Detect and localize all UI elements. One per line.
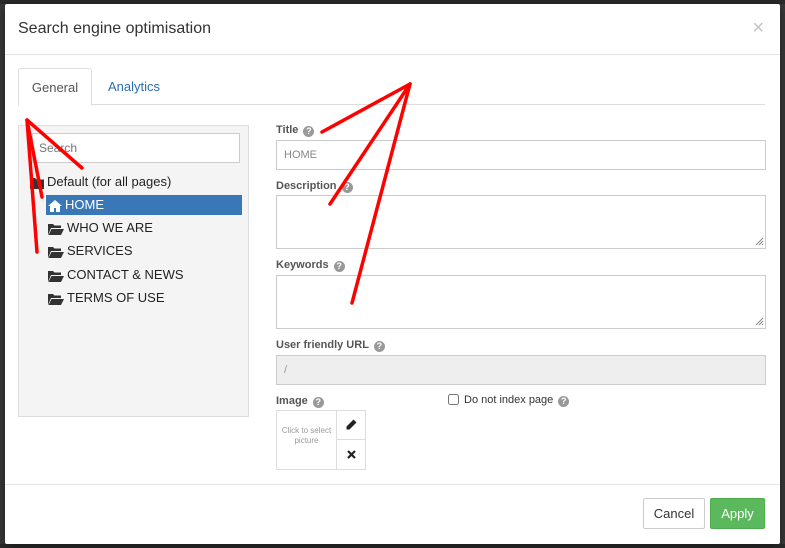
resize-grip-icon[interactable] <box>754 316 764 326</box>
seo-dialog: Search engine optimisation × General Ana… <box>5 4 780 544</box>
cancel-button[interactable]: Cancel <box>643 498 705 529</box>
title-label: Title? <box>276 124 315 137</box>
resize-grip-icon[interactable] <box>754 236 764 246</box>
tree-root-default[interactable]: Default (for all pages) <box>30 172 171 192</box>
folder-icon <box>30 177 44 189</box>
folder-open-icon <box>48 246 64 258</box>
keywords-textarea[interactable] <box>276 275 766 329</box>
keywords-label: Keywords? <box>276 259 345 272</box>
close-icon <box>347 450 356 459</box>
home-icon <box>48 199 62 212</box>
dialog-title: Search engine optimisation <box>18 20 212 37</box>
tree-item-terms-of-use[interactable]: TERMS OF USE <box>46 288 242 308</box>
tab-analytics[interactable]: Analytics <box>94 68 174 105</box>
keywords-label-text: Keywords <box>276 259 329 271</box>
pencil-icon <box>346 419 357 430</box>
tree-item-label: CONTACT & NEWS <box>67 267 184 282</box>
image-picker: Click to select picture <box>276 410 366 470</box>
noindex-option[interactable]: Do not index page? <box>448 394 570 407</box>
url-input <box>276 355 766 385</box>
dialog-header: Search engine optimisation × <box>5 4 780 55</box>
close-icon[interactable]: × <box>752 18 764 38</box>
title-input[interactable] <box>276 140 766 170</box>
page-tree-panel: Default (for all pages) HOME WHO WE ARE … <box>18 125 249 417</box>
tree-search-input[interactable] <box>32 133 240 163</box>
help-icon[interactable]: ? <box>558 396 570 407</box>
url-label-text: User friendly URL <box>276 339 369 351</box>
folder-open-icon <box>48 223 64 235</box>
description-label: Description? <box>276 180 353 193</box>
image-label: Image? <box>276 395 324 408</box>
tab-bar: General Analytics <box>18 68 765 106</box>
description-textarea[interactable] <box>276 195 766 249</box>
folder-open-icon <box>48 293 64 305</box>
dialog-footer-divider <box>5 484 780 485</box>
tab-general[interactable]: General <box>18 68 92 106</box>
tree-item-label: HOME <box>65 197 104 212</box>
tree-item-home[interactable]: HOME <box>46 195 242 215</box>
remove-image-button[interactable] <box>336 440 366 469</box>
image-label-text: Image <box>276 395 308 407</box>
help-icon[interactable]: ? <box>312 397 324 408</box>
help-icon[interactable]: ? <box>333 261 345 272</box>
help-icon[interactable]: ? <box>341 182 353 193</box>
tree-item-label: TERMS OF USE <box>67 290 165 305</box>
select-picture-area[interactable]: Click to select picture <box>277 411 336 469</box>
edit-image-button[interactable] <box>336 411 366 440</box>
tree-item-label: WHO WE ARE <box>67 220 153 235</box>
noindex-checkbox[interactable] <box>448 394 459 405</box>
url-label: User friendly URL? <box>276 339 385 352</box>
folder-open-icon <box>48 270 64 282</box>
tree-item-contact-news[interactable]: CONTACT & NEWS <box>46 265 242 285</box>
help-icon[interactable]: ? <box>373 341 385 352</box>
tree-item-services[interactable]: SERVICES <box>46 241 242 261</box>
tree-item-who-we-are[interactable]: WHO WE ARE <box>46 218 242 238</box>
description-label-text: Description <box>276 180 337 192</box>
title-label-text: Title <box>276 124 299 136</box>
tree-item-label: SERVICES <box>67 243 133 258</box>
apply-button[interactable]: Apply <box>710 498 765 529</box>
background-bottom <box>0 544 785 548</box>
tree-root-label: Default (for all pages) <box>47 174 172 189</box>
noindex-label: Do not index page <box>464 394 554 406</box>
help-icon[interactable]: ? <box>303 126 315 137</box>
